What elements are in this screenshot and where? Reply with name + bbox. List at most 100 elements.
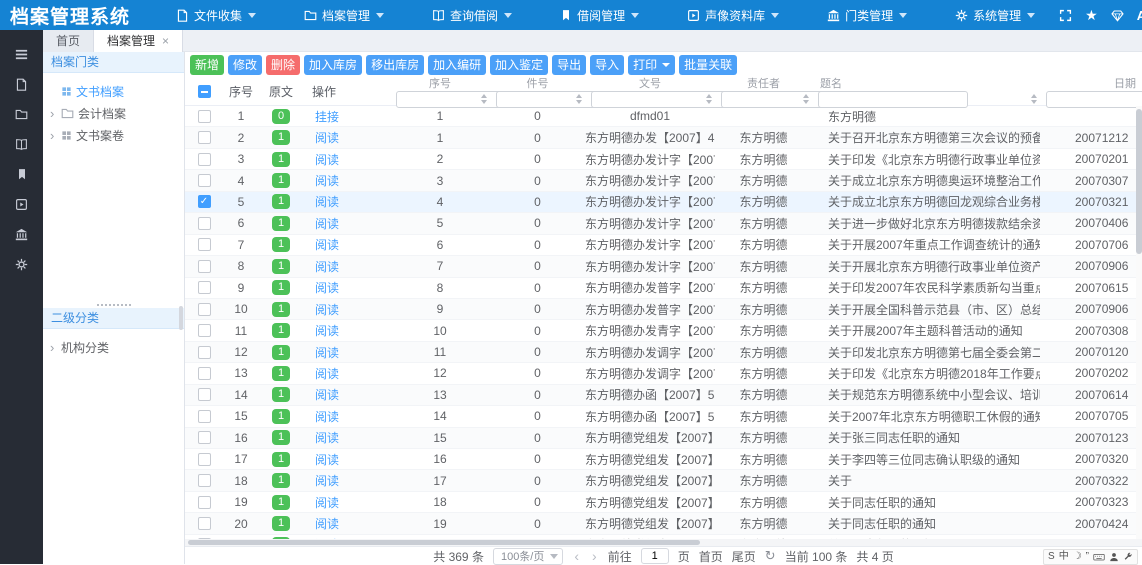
original-count-badge[interactable]: 1 <box>272 345 290 360</box>
toolbar-button[interactable]: 加入编研 <box>428 55 486 75</box>
sidebar-rail-item[interactable] <box>0 69 43 99</box>
toolbar-button[interactable]: 加入库房 <box>304 55 362 75</box>
row-checkbox[interactable] <box>198 496 211 509</box>
ime-item[interactable]: ☽ <box>1073 552 1082 562</box>
row-checkbox[interactable] <box>198 110 211 123</box>
original-count-badge[interactable]: 1 <box>272 194 290 209</box>
ime-item[interactable] <box>1109 552 1119 562</box>
page-number-input[interactable] <box>641 548 669 564</box>
sort-up-icon[interactable] <box>1031 94 1037 98</box>
row-checkbox[interactable] <box>198 195 211 208</box>
filter-column-label[interactable]: 日期 <box>1040 79 1142 90</box>
top-menu-item[interactable]: 借阅管理 <box>536 0 663 30</box>
ime-item[interactable]: S <box>1048 552 1055 562</box>
original-count-badge[interactable]: 1 <box>272 259 290 274</box>
original-count-badge[interactable]: 1 <box>272 152 290 167</box>
sidebar-rail-item[interactable] <box>0 249 43 279</box>
row-action-link[interactable]: 阅读 <box>303 451 390 468</box>
row-action-link[interactable]: 阅读 <box>303 386 390 403</box>
row-checkbox[interactable] <box>198 260 211 273</box>
sort-up-icon[interactable] <box>576 94 582 98</box>
row-action-link[interactable]: 阅读 <box>303 515 390 532</box>
row-checkbox[interactable] <box>198 388 211 401</box>
toolbar-button[interactable]: 加入鉴定 <box>490 55 548 75</box>
chevron-right-icon[interactable]: › <box>50 341 61 354</box>
chevron-right-icon[interactable]: › <box>50 129 61 142</box>
sort-spinner-icon[interactable] <box>803 94 809 104</box>
table-row[interactable]: 10 1 阅读 9 0 东方明德办发普字【2007】32号 东方明德 关于开展全… <box>185 299 1142 320</box>
row-checkbox[interactable] <box>198 474 211 487</box>
row-action-link[interactable]: 阅读 <box>303 301 390 318</box>
filter-column-label[interactable]: 件号 <box>490 79 585 90</box>
toolbar-button[interactable]: 新增 <box>190 55 224 75</box>
table-row[interactable]: 3 1 阅读 2 0 东方明德办发计字【2007】4号 东方明德 关于印发《北京… <box>185 149 1142 170</box>
row-action-link[interactable]: 阅读 <box>303 429 390 446</box>
table-row[interactable]: 17 1 阅读 16 0 东方明德党组发【2007】08号 东方明德 关于李四等… <box>185 449 1142 470</box>
row-checkbox[interactable] <box>198 367 211 380</box>
sort-down-icon[interactable] <box>803 100 809 104</box>
tree-item[interactable]: 文书档案 <box>43 80 184 102</box>
original-count-badge[interactable]: 1 <box>272 409 290 424</box>
sort-down-icon[interactable] <box>481 100 487 104</box>
toolbar-button[interactable]: 移出库房 <box>366 55 424 75</box>
table-row[interactable]: 20 1 阅读 19 0 东方明德党组发【2007】16号 东方明德 关于同志任… <box>185 513 1142 534</box>
table-row[interactable]: 16 1 阅读 15 0 东方明德党组发【2007】02号 东方明德 关于张三同… <box>185 428 1142 449</box>
table-row[interactable]: 15 1 阅读 14 0 东方明德办函【2007】59号 东方明德 关于2007… <box>185 406 1142 427</box>
row-checkbox[interactable] <box>198 346 211 359</box>
sidebar-rail-item[interactable] <box>0 189 43 219</box>
row-checkbox[interactable] <box>198 131 211 144</box>
sort-spinner-icon[interactable] <box>481 94 487 104</box>
row-action-link[interactable]: 阅读 <box>303 365 390 382</box>
tree-item[interactable]: › 机构分类 <box>43 336 184 358</box>
table-row[interactable]: 2 1 阅读 1 0 东方明德办发【2007】43号 东方明德 关于召开北京东方… <box>185 127 1142 148</box>
tab[interactable]: 档案管理 × <box>94 30 183 52</box>
tree-item[interactable]: › 文书案卷 <box>43 124 184 146</box>
table-row[interactable]: 1 0 挂接 1 0 dfmd01 东方明德 <box>185 106 1142 127</box>
top-menu-item[interactable]: 查询借阅 <box>408 0 536 30</box>
horizontal-scrollbar-thumb[interactable] <box>188 540 700 545</box>
top-menu-item[interactable]: 声像资料库 <box>663 0 803 30</box>
sort-spinner-icon[interactable] <box>706 94 712 104</box>
table-row[interactable]: 14 1 阅读 13 0 东方明德办函【2007】53号 东方明德 关于规范东方… <box>185 385 1142 406</box>
table-row[interactable]: 4 1 阅读 3 0 东方明德办发计字【2007】10号 东方明德 关于成立北京… <box>185 170 1142 191</box>
row-checkbox[interactable] <box>198 431 211 444</box>
table-row[interactable]: 13 1 阅读 12 0 东方明德办发调字【2007】5号 东方明德 关于印发《… <box>185 363 1142 384</box>
table-row[interactable]: 8 1 阅读 7 0 东方明德办发计字【2007】33号 东方明德 关于开展北京… <box>185 256 1142 277</box>
top-menu-item[interactable]: 系统管理 <box>931 0 1059 30</box>
sort-down-icon[interactable] <box>576 100 582 104</box>
first-page-link[interactable]: 首页 <box>699 548 723 565</box>
row-action-link[interactable]: 阅读 <box>303 408 390 425</box>
original-count-badge[interactable]: 1 <box>272 430 290 445</box>
row-checkbox[interactable] <box>198 153 211 166</box>
row-action-link[interactable]: 阅读 <box>303 236 390 253</box>
page-size-select[interactable]: 100条/页 <box>493 548 563 565</box>
original-count-badge[interactable]: 1 <box>272 302 290 317</box>
row-action-link[interactable]: 挂接 <box>303 108 390 125</box>
row-checkbox[interactable] <box>198 453 211 466</box>
table-row[interactable]: 9 1 阅读 8 0 东方明德办发普字【2007】25号 东方明德 关于印发20… <box>185 278 1142 299</box>
vertical-scrollbar[interactable] <box>1136 106 1142 539</box>
filter-column-label[interactable]: 责任者 <box>715 79 812 90</box>
tree-item[interactable]: › 会计档案 <box>43 102 184 124</box>
row-checkbox[interactable] <box>198 174 211 187</box>
sort-down-icon[interactable] <box>706 100 712 104</box>
sort-down-icon[interactable] <box>1031 100 1037 104</box>
topbar-action[interactable] <box>1111 9 1124 22</box>
toolbar-button[interactable]: 打印 <box>628 55 675 75</box>
sidebar-rail-item[interactable] <box>0 99 43 129</box>
original-count-badge[interactable]: 1 <box>272 173 290 188</box>
original-count-badge[interactable]: 1 <box>272 280 290 295</box>
ime-item[interactable]: ” <box>1086 552 1089 562</box>
topbar-action[interactable]: A <box>1137 8 1142 23</box>
original-count-badge[interactable]: 1 <box>272 473 290 488</box>
ime-item[interactable] <box>1093 551 1105 563</box>
last-page-link[interactable]: 尾页 <box>732 548 756 565</box>
row-action-link[interactable]: 阅读 <box>303 129 390 146</box>
sort-up-icon[interactable] <box>706 94 712 98</box>
row-checkbox[interactable] <box>198 517 211 530</box>
select-all-checkbox[interactable] <box>198 85 211 98</box>
top-menu-item[interactable]: 文件收集 <box>152 0 280 30</box>
sort-up-icon[interactable] <box>481 94 487 98</box>
original-count-badge[interactable]: 1 <box>272 452 290 467</box>
top-menu-item[interactable]: 档案管理 <box>280 0 408 30</box>
